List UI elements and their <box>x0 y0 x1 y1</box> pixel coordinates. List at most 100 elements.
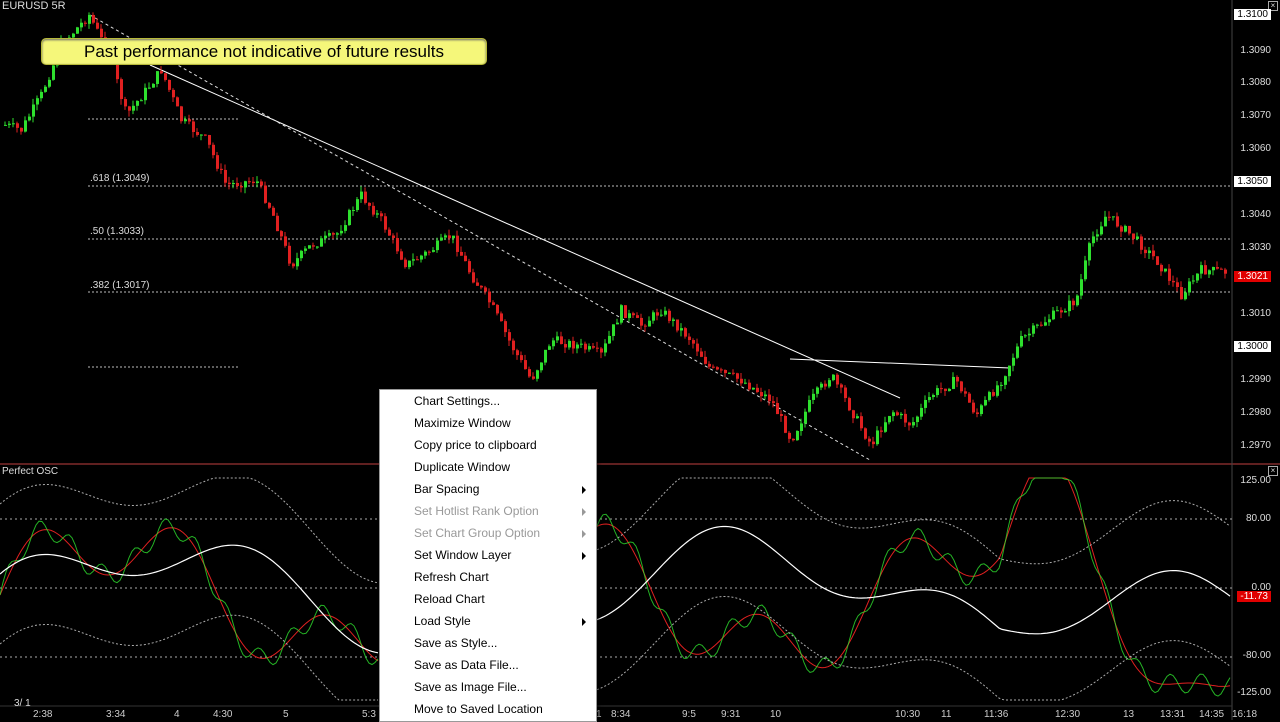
candle-body <box>768 394 771 402</box>
candle-body <box>292 263 295 267</box>
candle-body <box>584 343 587 350</box>
menu-item-save-image[interactable]: Save as Image File... <box>380 676 596 698</box>
candle-body <box>116 62 119 80</box>
submenu-arrow-icon <box>582 552 586 560</box>
menu-item-copy-price[interactable]: Copy price to clipboard <box>380 434 596 456</box>
candle-body <box>732 372 735 374</box>
candle-body <box>1084 260 1087 280</box>
price-box-high: 1.3100 <box>1234 9 1271 20</box>
candle-body <box>208 135 211 145</box>
menu-item-refresh-chart[interactable]: Refresh Chart <box>380 566 596 588</box>
candle-body <box>1184 292 1187 300</box>
candle-body <box>296 258 299 267</box>
candle-body <box>1124 225 1127 232</box>
chart-canvas[interactable] <box>0 0 1280 720</box>
osc-band-upper <box>0 477 379 584</box>
candle-body <box>1176 282 1179 288</box>
candle-body <box>684 328 687 337</box>
candle-body <box>476 282 479 286</box>
menu-item-save-data[interactable]: Save as Data File... <box>380 654 596 676</box>
candle-body <box>180 106 183 122</box>
candle-body <box>1000 384 1003 386</box>
candle-body <box>344 225 347 231</box>
candle-body <box>1104 216 1107 227</box>
candle-body <box>1072 300 1075 306</box>
candle-body <box>856 416 859 419</box>
candle-body <box>120 79 123 100</box>
candle-body <box>440 237 443 241</box>
menu-item-chart-group: Set Chart Group Option <box>380 522 596 544</box>
candle-body <box>1116 216 1119 227</box>
time-label: 12:30 <box>1055 709 1081 720</box>
menu-item-save-style[interactable]: Save as Style... <box>380 632 596 654</box>
candle-body <box>428 251 431 253</box>
candle-body <box>148 87 151 89</box>
candle-body <box>144 87 147 101</box>
candle-body <box>520 355 523 361</box>
candle-body <box>424 251 427 256</box>
price-box-mid: 1.3050 <box>1234 176 1271 187</box>
menu-item-load-style[interactable]: Load Style <box>380 610 596 632</box>
candle-body <box>644 325 647 327</box>
candle-body <box>752 387 755 390</box>
osc-red-line <box>596 477 1231 687</box>
candle-body <box>648 320 651 327</box>
candle-body <box>844 387 847 399</box>
candle-body <box>692 340 695 344</box>
candle-body <box>356 199 359 211</box>
candle-body <box>720 369 723 371</box>
time-label: 10 <box>770 709 782 720</box>
candle-body <box>1204 265 1207 275</box>
menu-item-maximize-window[interactable]: Maximize Window <box>380 412 596 434</box>
candle-body <box>1216 267 1219 269</box>
candle-body <box>824 383 827 387</box>
candle-body <box>244 181 247 188</box>
candle-body <box>792 438 795 441</box>
candle-body <box>1112 216 1115 218</box>
menu-item-move-saved[interactable]: Move to Saved Location <box>380 698 596 720</box>
candle-body <box>804 411 807 424</box>
candle-body <box>472 272 475 283</box>
time-label: 11 <box>941 709 952 720</box>
candle-body <box>728 372 731 374</box>
candle-body <box>956 376 959 382</box>
candle-body <box>516 350 519 356</box>
candle-body <box>332 233 335 235</box>
time-label: 11:36 <box>984 709 1009 720</box>
candle-body <box>396 238 399 252</box>
candle-body <box>188 119 191 122</box>
candle-body <box>1144 249 1147 254</box>
candle-body <box>388 229 391 236</box>
candle-body <box>24 120 27 132</box>
candle-body <box>1108 216 1111 218</box>
candle-body <box>712 366 715 368</box>
candle-body <box>876 430 879 445</box>
candle-body <box>852 410 855 419</box>
candle-body <box>1200 265 1203 274</box>
candle-body <box>532 376 535 379</box>
candle-body <box>448 235 451 239</box>
candle-body <box>128 106 131 111</box>
menu-item-chart-settings[interactable]: Chart Settings... <box>380 390 596 412</box>
price-axis-label: 1.3070 <box>1240 110 1271 121</box>
candle-body <box>1028 333 1031 336</box>
price-chart-title: EURUSD 5R <box>2 0 66 12</box>
candle-body <box>8 123 11 125</box>
menu-item-reload-chart[interactable]: Reload Chart <box>380 588 596 610</box>
candle-body <box>960 381 963 392</box>
candle-body <box>264 185 267 203</box>
price-box-low: 1.3000 <box>1234 341 1271 352</box>
menu-item-window-layer[interactable]: Set Window Layer <box>380 544 596 566</box>
candle-body <box>552 340 555 347</box>
menu-item-bar-spacing[interactable]: Bar Spacing <box>380 478 596 500</box>
candle-body <box>1064 311 1067 313</box>
candle-body <box>276 215 279 232</box>
candle-body <box>1080 279 1083 296</box>
candle-body <box>936 388 939 396</box>
menu-item-duplicate-window[interactable]: Duplicate Window <box>380 456 596 478</box>
trend-line <box>149 64 901 399</box>
candle-body <box>460 251 463 256</box>
candle-body <box>984 399 987 406</box>
candle-body <box>312 245 315 247</box>
candle-body <box>252 181 255 184</box>
